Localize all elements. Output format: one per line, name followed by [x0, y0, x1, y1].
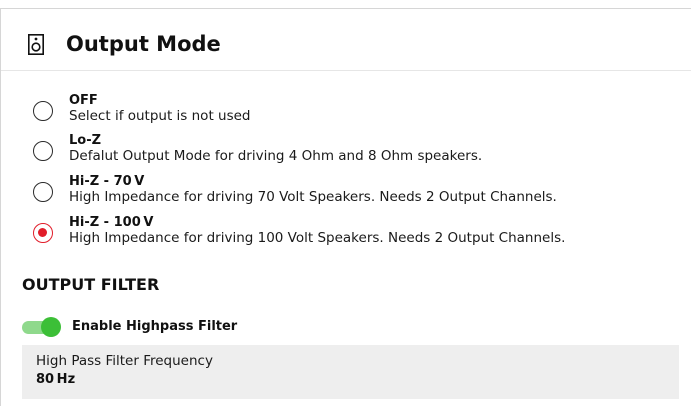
output-mode-option-hi-z-70v[interactable]: Hi-Z - 70 V High Impedance for driving 7… [30, 174, 680, 215]
output-mode-option-lo-z[interactable]: Lo-Z Defalut Output Mode for driving 4 O… [30, 133, 680, 174]
option-description: High Impedance for driving 70 Volt Speak… [69, 189, 557, 205]
option-description: Defalut Output Mode for driving 4 Ohm an… [69, 148, 483, 164]
toggle-knob [41, 317, 61, 337]
panel-header: Output Mode [1, 9, 691, 71]
frequency-field-value[interactable]: 80 Hz [36, 371, 75, 388]
radio-button[interactable] [33, 141, 53, 161]
frequency-field-label: High Pass Filter Frequency [36, 353, 213, 369]
option-description: Select if output is not used [69, 108, 251, 124]
option-description: High Impedance for driving 100 Volt Spea… [69, 230, 566, 246]
radio-button[interactable] [33, 182, 53, 202]
radio-button-selected[interactable] [33, 223, 53, 243]
radio-button[interactable] [33, 101, 53, 121]
highpass-toggle-label[interactable]: Enable Highpass Filter [72, 318, 237, 336]
highpass-toggle[interactable] [22, 317, 61, 337]
output-mode-option-hi-z-100v[interactable]: Hi-Z - 100 V High Impedance for driving … [30, 215, 680, 256]
speaker-icon [28, 34, 44, 55]
output-mode-panel: Output Mode OFF Select if output is not … [0, 8, 691, 406]
output-filter-heading: OUTPUT FILTER [22, 275, 160, 294]
page-title: Output Mode [66, 32, 221, 56]
output-mode-option-off[interactable]: OFF Select if output is not used [30, 93, 680, 134]
highpass-frequency-field[interactable]: High Pass Filter Frequency 80 Hz [22, 345, 679, 399]
